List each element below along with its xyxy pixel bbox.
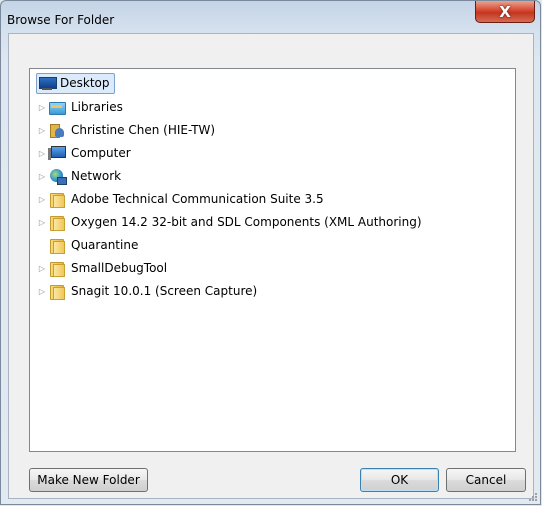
- user-folder-icon: [48, 122, 66, 138]
- resize-grip-icon[interactable]: [528, 492, 538, 502]
- expand-arrow-icon[interactable]: ▷: [36, 96, 48, 118]
- folder-tree[interactable]: Desktop ▷ Libraries ▷ Christine Chen (HI…: [29, 68, 516, 452]
- tree-item-desktop[interactable]: Desktop: [36, 72, 115, 94]
- tree-item-libraries[interactable]: ▷ Libraries: [36, 96, 125, 118]
- expand-arrow-icon[interactable]: ▷: [36, 142, 48, 164]
- libraries-icon: [48, 99, 66, 115]
- desktop-icon: [38, 75, 57, 91]
- tree-item-label: Computer: [71, 146, 131, 160]
- dialog-title: Browse For Folder: [7, 13, 115, 27]
- tree-item-label: Oxygen 14.2 32-bit and SDL Components (X…: [71, 215, 422, 229]
- tree-item-christine-chen[interactable]: ▷ Christine Chen (HIE-TW): [36, 119, 217, 141]
- title-bar[interactable]: Browse For Folder X: [1, 1, 540, 35]
- expand-arrow-icon[interactable]: ▷: [36, 165, 48, 187]
- computer-icon: [48, 145, 66, 161]
- expand-arrow-icon[interactable]: ▷: [36, 211, 48, 233]
- folder-icon: [48, 260, 66, 277]
- folder-icon: [48, 191, 66, 208]
- expand-arrow-icon[interactable]: ▷: [36, 188, 48, 210]
- make-new-folder-label: Make New Folder: [37, 473, 140, 487]
- network-icon: [48, 168, 67, 185]
- tree-item-network[interactable]: ▷ Network: [36, 165, 123, 187]
- tree-item-label: Quarantine: [71, 238, 139, 252]
- tree-item-label: Libraries: [71, 100, 123, 114]
- selection-highlight: Desktop: [36, 72, 115, 94]
- tree-item-computer[interactable]: ▷ Computer: [36, 142, 133, 164]
- browse-for-folder-dialog: Browse For Folder X Desktop ▷ Libraries …: [0, 0, 541, 505]
- cancel-label: Cancel: [465, 473, 507, 487]
- tree-item-oxygen[interactable]: ▷ Oxygen 14.2 32-bit and SDL Components …: [36, 211, 424, 233]
- tree-item-smalldebugtool[interactable]: ▷ SmallDebugTool: [36, 257, 169, 279]
- tree-item-adobe-tcs[interactable]: ▷ Adobe Technical Communication Suite 3.…: [36, 188, 326, 210]
- folder-icon: [48, 214, 66, 231]
- make-new-folder-button[interactable]: Make New Folder: [29, 468, 148, 492]
- expand-arrow-icon[interactable]: ▷: [36, 119, 48, 141]
- cancel-button[interactable]: Cancel: [446, 468, 526, 492]
- expander-placeholder: [36, 234, 48, 256]
- ok-button[interactable]: OK: [360, 468, 439, 492]
- tree-item-quarantine[interactable]: Quarantine: [36, 234, 140, 256]
- tree-item-label: Snagit 10.0.1 (Screen Capture): [71, 284, 258, 298]
- expand-arrow-icon[interactable]: ▷: [36, 280, 48, 302]
- ok-label: OK: [390, 473, 409, 487]
- close-icon: X: [499, 2, 511, 21]
- tree-item-label: Network: [71, 169, 122, 183]
- tree-item-label: Christine Chen (HIE-TW): [71, 123, 216, 137]
- tree-item-snagit[interactable]: ▷ Snagit 10.0.1 (Screen Capture): [36, 280, 259, 302]
- tree-item-label: Desktop: [60, 76, 110, 90]
- tree-item-label: Adobe Technical Communication Suite 3.5: [71, 192, 324, 206]
- folder-icon: [48, 283, 66, 300]
- expand-arrow-icon[interactable]: ▷: [36, 257, 48, 279]
- close-button[interactable]: X: [475, 1, 535, 23]
- tree-item-label: SmallDebugTool: [71, 261, 168, 275]
- folder-icon: [48, 237, 66, 254]
